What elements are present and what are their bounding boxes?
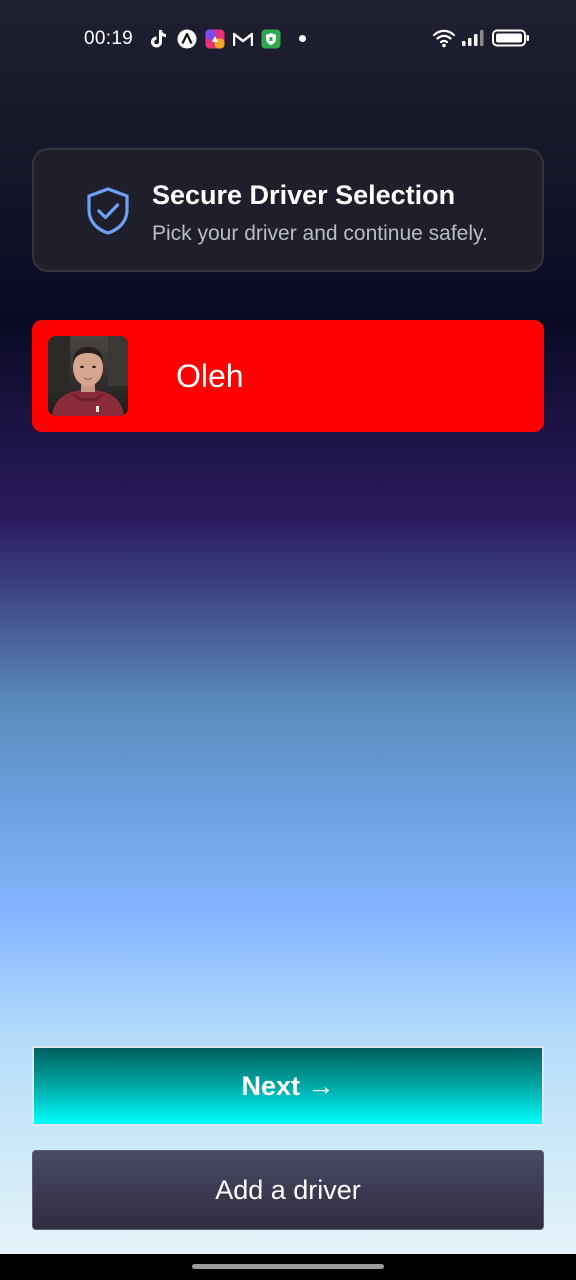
signal-icon xyxy=(461,27,485,49)
driver-avatar xyxy=(48,336,128,416)
home-indicator[interactable] xyxy=(192,1264,384,1269)
notification-dot xyxy=(299,35,306,42)
photos-icon xyxy=(205,29,225,49)
navigation-bar xyxy=(0,1254,576,1280)
status-bar: 00:19 xyxy=(0,0,576,78)
add-driver-button-label: Add a driver xyxy=(215,1174,361,1205)
next-button-label: Next → xyxy=(241,1070,335,1101)
next-button[interactable]: Next → xyxy=(32,1046,544,1126)
gmail-icon xyxy=(233,29,253,49)
page-title: Secure Driver Selection xyxy=(152,180,456,210)
wifi-icon xyxy=(432,27,456,49)
shield-check-icon xyxy=(84,186,132,236)
battery-icon xyxy=(492,27,530,49)
header-card: Secure Driver Selection Pick your driver… xyxy=(32,148,544,272)
arc-icon xyxy=(177,29,197,49)
tiktok-icon xyxy=(149,29,169,49)
add-driver-button[interactable]: Add a driver xyxy=(32,1150,544,1230)
driver-name: Oleh xyxy=(176,358,244,394)
status-time: 00:19 xyxy=(84,28,134,49)
page-subtitle: Pick your driver and continue safely. xyxy=(152,222,488,245)
driver-item-oleh[interactable]: Oleh xyxy=(32,320,544,432)
vpn-shield-icon xyxy=(261,29,281,49)
